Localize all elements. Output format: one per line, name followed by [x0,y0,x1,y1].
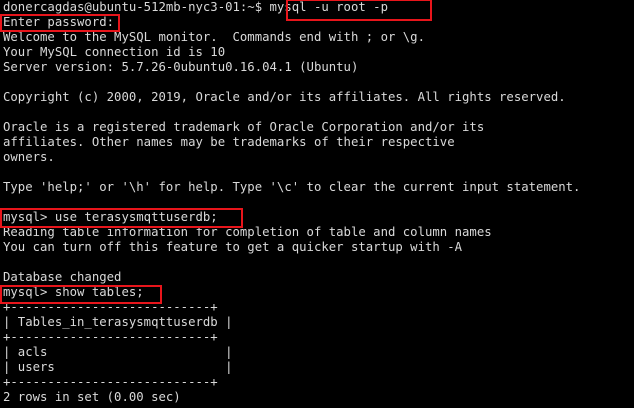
terminal-line-show-tables-command: mysql> show tables; [3,285,144,299]
table-border: +---------------------------+ [3,300,218,314]
terminal-line-result-summary: 2 rows in set (0.00 sec) [3,390,181,404]
terminal-line: Type 'help;' or '\h' for help. Type '\c'… [3,180,581,194]
terminal-line: Welcome to the MySQL monitor. Commands e… [3,30,425,44]
terminal-line-password-prompt: Enter password: [3,15,115,29]
terminal-line: Copyright (c) 2000, 2019, Oracle and/or … [3,90,566,104]
terminal-line: Oracle is a registered trademark of Orac… [3,120,485,134]
table-header: | Tables_in_terasysmqttuserdb | [3,315,233,329]
terminal-line: Database changed [3,270,122,284]
terminal-line-login-command: donercagdas@ubuntu-512mb-nyc3-01:~$ mysq… [3,0,388,14]
terminal-line: Your MySQL connection id is 10 [3,45,226,59]
terminal-line: You can turn off this feature to get a q… [3,240,463,254]
terminal-line: Reading table information for completion… [3,225,492,239]
table-border: +---------------------------+ [3,330,218,344]
terminal-line: affiliates. Other names may be trademark… [3,135,455,149]
terminal-line-use-command: mysql> use terasysmqttuserdb; [3,210,218,224]
terminal-window[interactable]: donercagdas@ubuntu-512mb-nyc3-01:~$ mysq… [0,0,634,408]
table-border: +---------------------------+ [3,375,218,389]
table-row: | users | [3,360,233,374]
terminal-line: Server version: 5.7.26-0ubuntu0.16.04.1 … [3,60,359,74]
terminal-line: owners. [3,150,55,164]
table-row: | acls | [3,345,233,359]
